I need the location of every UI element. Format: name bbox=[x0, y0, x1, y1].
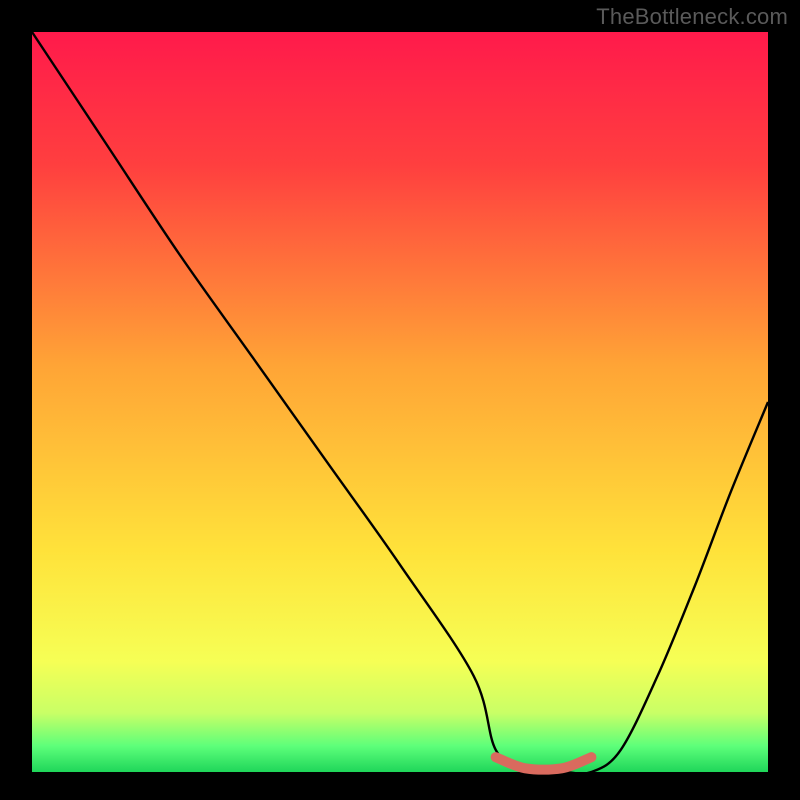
plot-background bbox=[32, 32, 768, 772]
watermark-text: TheBottleneck.com bbox=[596, 4, 788, 30]
bottleneck-chart bbox=[0, 0, 800, 800]
